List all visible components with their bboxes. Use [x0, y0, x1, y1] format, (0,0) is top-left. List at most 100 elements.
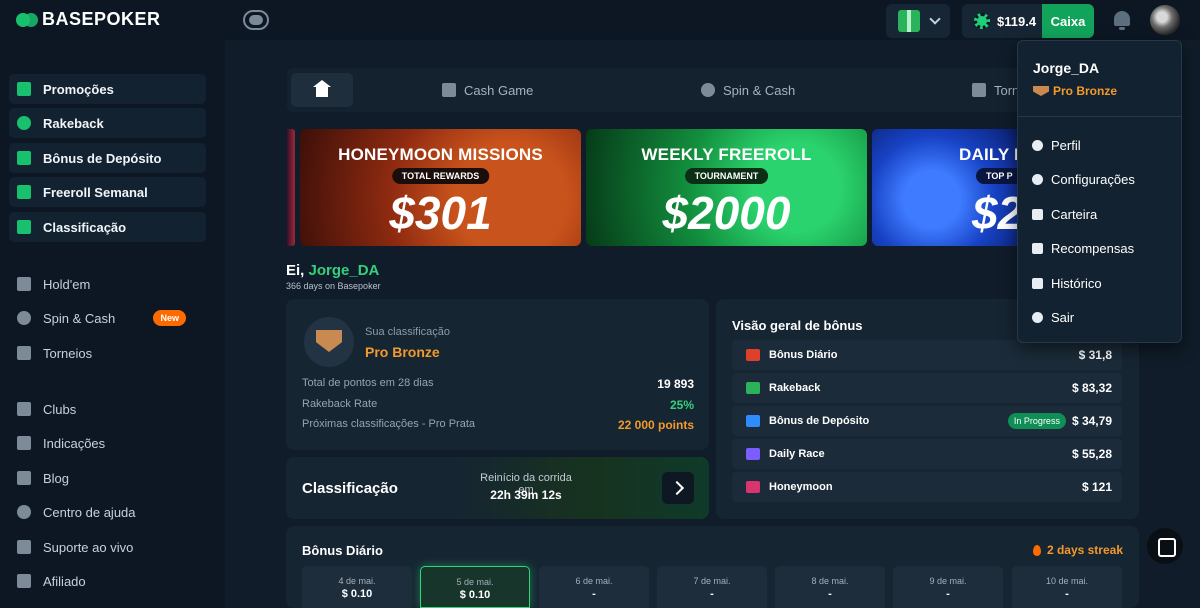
- bonus-row[interactable]: Daily Race $ 55,28: [732, 439, 1122, 469]
- bonus-label: Bônus de Depósito: [769, 415, 870, 427]
- bonus-row[interactable]: Rakeback $ 83,32: [732, 373, 1122, 403]
- bonus-ticket-icon: [746, 481, 760, 493]
- rank-shield-icon: [1033, 86, 1049, 96]
- menu-item-recompensas[interactable]: Recompensas: [1032, 238, 1172, 258]
- daily-bonus-day[interactable]: 9 de mai. -: [893, 566, 1003, 608]
- menu-item-configuracoes[interactable]: Configurações: [1032, 169, 1172, 189]
- bonus-row[interactable]: Honeymoon $ 121: [732, 472, 1122, 502]
- promo-banner[interactable]: WEEKLY FREEROLL TOURNAMENT $2000: [586, 129, 867, 246]
- sidebar-item-freeroll-semanal[interactable]: Freeroll Semanal: [9, 177, 206, 207]
- day-date: 10 de mai.: [1045, 576, 1089, 586]
- user-icon: [1032, 139, 1043, 151]
- stat-value: 22 000 points: [617, 418, 694, 432]
- daily-bonus-title: Bônus Diário: [302, 543, 383, 558]
- streak-label: 2 days streak: [1046, 543, 1123, 557]
- sidebar-item-label: Clubs: [43, 401, 77, 417]
- bell-icon[interactable]: [1112, 9, 1132, 31]
- sidebar-item-blog[interactable]: Blog: [9, 463, 206, 493]
- cards-icon: [442, 83, 456, 97]
- sidebar-item-centro-ajuda[interactable]: Centro de ajuda: [9, 497, 206, 527]
- tab-cash-game[interactable]: Cash Game: [442, 68, 533, 112]
- bonus-row[interactable]: Bônus Diário $ 31,8: [732, 340, 1122, 370]
- menu-item-sair[interactable]: Sair: [1032, 307, 1172, 327]
- brand-name: BASEPOKER: [42, 9, 161, 29]
- menu-username: Jorge_DA: [1033, 60, 1100, 76]
- daily-bonus-day[interactable]: 8 de mai. -: [775, 566, 885, 608]
- referral-icon: [17, 436, 31, 450]
- cashier-button[interactable]: Caixa: [1042, 4, 1094, 38]
- menu-rank: Pro Bronze: [1033, 84, 1117, 98]
- gear-icon: [1032, 173, 1043, 185]
- balance-amount: $119.4: [997, 13, 1037, 29]
- sidebar-item-holdem[interactable]: Hold'em: [9, 269, 206, 299]
- sidebar-item-label: Suporte ao vivo: [43, 539, 134, 555]
- home-icon: [17, 402, 31, 416]
- sidebar-item-spin-cash[interactable]: Spin & Cash New: [9, 303, 206, 333]
- tab-spin-cash[interactable]: Spin & Cash: [701, 68, 795, 112]
- sidebar-item-label: Centro de ajuda: [43, 504, 136, 520]
- daily-bonus-day[interactable]: 10 de mai. -: [1012, 566, 1122, 608]
- home-icon: [313, 80, 331, 97]
- bonus-value: $ 55,28: [1071, 447, 1112, 461]
- sidebar-item-torneios[interactable]: Torneios: [9, 338, 206, 368]
- day-date: 9 de mai.: [929, 576, 967, 586]
- banner-subtitle: TOP P: [976, 168, 1022, 184]
- sidebar-item-label: Freeroll Semanal: [43, 184, 148, 200]
- day-amount: -: [592, 588, 596, 600]
- stat-label: Total de pontos em 28 dias: [302, 377, 434, 389]
- bonus-label: Honeymoon: [769, 481, 833, 493]
- day-date: 8 de mai.: [811, 576, 849, 586]
- game-tabs: Cash Game Spin & Cash Torn: [287, 68, 1127, 112]
- daily-bonus-day[interactable]: 7 de mai. -: [657, 566, 767, 608]
- daily-bonus-day[interactable]: 6 de mai. -: [539, 566, 649, 608]
- menu-rank-label: Pro Bronze: [1053, 84, 1118, 98]
- sidebar-item-rakeback[interactable]: Rakeback: [9, 108, 206, 138]
- gift-icon: [17, 82, 31, 96]
- menu-item-label: Histórico: [1051, 275, 1102, 291]
- daily-bonus-day-active[interactable]: 5 de mai. $ 0.10: [420, 566, 530, 608]
- chevron-down-icon: [928, 13, 941, 25]
- stat-row: Próximas classificações - Pro Prata 22 0…: [302, 418, 694, 432]
- rank-value: Pro Bronze: [365, 344, 440, 360]
- tab-home[interactable]: [291, 73, 353, 107]
- avatar[interactable]: [1150, 5, 1180, 35]
- race-card[interactable]: Classificação Reinício da corrida em 22h…: [286, 457, 709, 519]
- banner-title: HONEYMOON MISSIONS: [338, 145, 543, 164]
- live-chat-button[interactable]: [1147, 528, 1183, 564]
- sidebar-item-afiliado[interactable]: Afiliado: [9, 566, 206, 596]
- bonus-row[interactable]: Bônus de Depósito In Progress $ 34,79: [732, 406, 1122, 436]
- banner-prev-edge[interactable]: [287, 129, 295, 246]
- sidebar-item-classificacao[interactable]: Classificação: [9, 212, 206, 242]
- daily-bonus-day[interactable]: 4 de mai. $ 0.10: [302, 566, 412, 608]
- promo-banner[interactable]: DAILY B TOP P $2: [872, 129, 1022, 246]
- greeting-username: Jorge_DA: [308, 262, 380, 279]
- gift-icon: [1032, 242, 1043, 254]
- sidebar-item-clubs[interactable]: Clubs: [9, 394, 206, 424]
- cards-icon: [17, 277, 31, 291]
- sidebar-item-label: Bônus de Depósito: [43, 150, 162, 166]
- chevron-right-icon[interactable]: [662, 472, 694, 504]
- gift-dropdown-button[interactable]: [886, 4, 950, 38]
- flame-icon: [1032, 544, 1041, 556]
- day-amount: -: [946, 588, 950, 600]
- sidebar-item-indicacoes[interactable]: Indicações: [9, 428, 206, 458]
- tab-torneios[interactable]: Torn: [972, 68, 1019, 112]
- menu-item-perfil[interactable]: Perfil: [1032, 135, 1172, 155]
- sidebar-item-suporte[interactable]: Suporte ao vivo: [9, 532, 206, 562]
- poker-table-icon[interactable]: [243, 10, 269, 30]
- spin-icon: [701, 83, 715, 97]
- sidebar-item-label: Torneios: [43, 345, 93, 361]
- sidebar-item-promocoes[interactable]: Promoções: [9, 74, 206, 104]
- menu-item-carteira[interactable]: Carteira: [1032, 204, 1172, 224]
- balance-widget: $119.4 Caixa: [962, 4, 1094, 38]
- document-icon: [1032, 277, 1043, 289]
- banner-subtitle: TOTAL REWARDS: [391, 168, 490, 184]
- bonus-label: Daily Race: [769, 448, 825, 460]
- promo-banner[interactable]: HONEYMOON MISSIONS TOTAL REWARDS $301: [300, 129, 581, 246]
- logo[interactable]: BASEPOKER: [16, 9, 161, 30]
- sidebar-item-bonus-deposito[interactable]: Bônus de Depósito: [9, 143, 206, 173]
- top-bar: BASEPOKER $119.4 Caixa: [0, 0, 1200, 40]
- trophy-icon: [972, 83, 986, 97]
- day-date: 5 de mai.: [456, 577, 494, 587]
- menu-item-historico[interactable]: Histórico: [1032, 273, 1172, 293]
